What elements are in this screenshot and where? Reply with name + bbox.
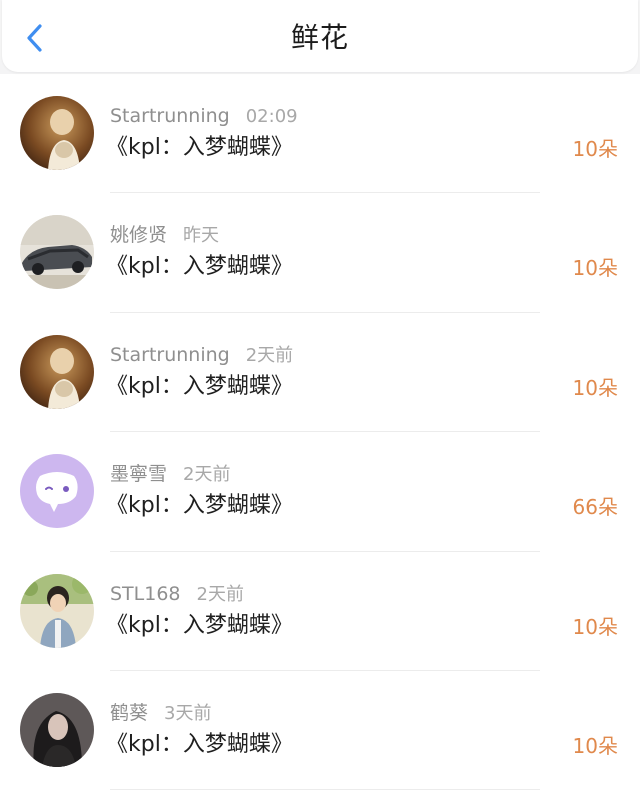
flower-count: 10朵 [572, 137, 618, 161]
timestamp: 02:09 [245, 106, 298, 127]
gift-title: 《kpl：入梦蝴蝶》 [106, 731, 293, 757]
divider [110, 789, 540, 791]
list-item[interactable]: 墨寧雪 2天前 《kpl：入梦蝴蝶》 66朵 [0, 432, 640, 552]
row-meta: Startrunning 2天前 [110, 343, 293, 368]
avatar[interactable] [20, 96, 94, 170]
sender-name: 姚修贤 [110, 224, 168, 247]
avatar[interactable] [20, 692, 94, 767]
list-item[interactable]: 鹤葵 3天前 《kpl：入梦蝴蝶》 10朵 [0, 671, 640, 791]
row-meta: 墨寧雪 2天前 [110, 462, 230, 487]
gift-title: 《kpl：入梦蝴蝶》 [106, 493, 293, 519]
gift-title: 《kpl：入梦蝴蝶》 [106, 373, 293, 399]
row-meta: 姚修贤 昨天 [110, 223, 219, 248]
list-item[interactable]: STL168 2天前 《kpl：入梦蝴蝶》 10朵 [0, 552, 640, 671]
flower-list: Startrunning 02:09 《kpl：入梦蝴蝶》 10朵 姚修贤 昨天… [0, 74, 640, 791]
page: 鲜花 Startrunning 02:09 《kpl：入梦蝴蝶》 10朵 姚修贤… [0, 0, 640, 797]
flower-count: 66朵 [572, 495, 618, 520]
gift-title: 《kpl：入梦蝴蝶》 [106, 135, 293, 160]
row-meta: Startrunning 02:09 [110, 104, 298, 129]
avatar[interactable] [20, 454, 94, 529]
row-meta: 鹤葵 3天前 [110, 701, 211, 726]
top-bar: 鲜花 [0, 0, 640, 74]
avatar[interactable] [20, 334, 94, 409]
flower-count: 10朵 [572, 256, 618, 281]
avatar[interactable] [20, 215, 94, 290]
timestamp: 2天前 [183, 464, 231, 486]
gift-title: 《kpl：入梦蝴蝶》 [106, 254, 293, 280]
timestamp: 2天前 [245, 344, 294, 366]
flower-count: 10朵 [572, 733, 618, 758]
row-meta: STL168 2天前 [110, 582, 244, 607]
list-item[interactable]: Startrunning 2天前 《kpl：入梦蝴蝶》 10朵 [0, 313, 640, 433]
avatar[interactable] [20, 573, 94, 648]
sender-name: Startrunning [110, 343, 230, 366]
flower-count: 10朵 [572, 375, 618, 400]
timestamp: 昨天 [183, 225, 220, 247]
timestamp: 3天前 [164, 702, 212, 724]
nav-bar: 鲜花 [2, 0, 638, 72]
gift-title: 《kpl：入梦蝴蝶》 [106, 612, 293, 638]
flower-count: 10朵 [572, 614, 618, 639]
timestamp: 2天前 [196, 583, 244, 605]
sender-name: 墨寧雪 [110, 463, 168, 486]
list-item[interactable]: 姚修贤 昨天 《kpl：入梦蝴蝶》 10朵 [0, 193, 640, 313]
sender-name: STL168 [110, 582, 181, 605]
sender-name: Startrunning [110, 105, 230, 127]
sender-name: 鹤葵 [110, 701, 149, 724]
list-item[interactable]: Startrunning 02:09 《kpl：入梦蝴蝶》 10朵 [0, 74, 640, 194]
page-title: 鲜花 [290, 21, 349, 54]
